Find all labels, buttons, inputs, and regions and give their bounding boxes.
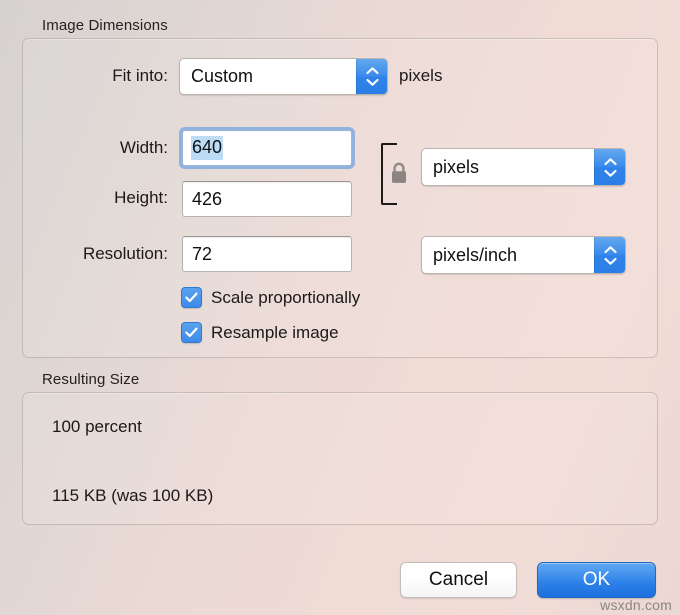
height-value: 426 — [192, 188, 223, 209]
width-value: 640 — [191, 136, 224, 160]
cancel-button[interactable]: Cancel — [400, 562, 517, 598]
resample-image-checkbox[interactable] — [181, 322, 202, 343]
resample-image-checkbox-row[interactable]: Resample image — [181, 322, 339, 343]
resolution-value: 72 — [192, 243, 213, 264]
scale-proportionally-checkbox-row[interactable]: Scale proportionally — [181, 287, 360, 308]
height-label: Height: — [114, 188, 168, 207]
height-input[interactable]: 426 — [182, 181, 352, 217]
resolution-label: Resolution: — [82, 244, 168, 263]
fit-into-select[interactable]: Custom — [179, 58, 388, 95]
image-resize-dialog: Image Dimensions Fit into: Custom pixels… — [0, 0, 680, 615]
resolution-unit-chevron-updown-icon[interactable] — [594, 237, 625, 273]
width-input[interactable]: 640 — [182, 130, 352, 166]
size-unit-select[interactable]: pixels — [421, 148, 626, 186]
fit-into-label: Fit into: — [112, 66, 168, 85]
resulting-file-size: 115 KB (was 100 KB) — [52, 486, 214, 505]
scale-proportionally-checkbox[interactable] — [181, 287, 202, 308]
resulting-percent: 100 percent — [52, 417, 142, 436]
fit-into-chevron-updown-icon[interactable] — [356, 59, 387, 94]
width-label: Width: — [119, 138, 168, 157]
size-unit-value: pixels — [433, 156, 480, 177]
fit-into-unit-label: pixels — [399, 66, 443, 85]
resolution-unit-select[interactable]: pixels/inch — [421, 236, 626, 274]
watermark: wsxdn.com — [600, 597, 672, 613]
resample-image-label: Resample image — [211, 322, 339, 342]
size-unit-chevron-updown-icon[interactable] — [594, 149, 625, 185]
lock-closed-icon[interactable] — [389, 160, 409, 191]
fit-into-value: Custom — [191, 66, 254, 86]
resulting-size-title: Resulting Size — [42, 371, 140, 388]
resolution-input[interactable]: 72 — [182, 236, 352, 272]
image-dimensions-title: Image Dimensions — [42, 17, 168, 34]
resolution-unit-value: pixels/inch — [433, 244, 518, 265]
scale-proportionally-label: Scale proportionally — [211, 287, 361, 307]
ok-button[interactable]: OK — [537, 562, 656, 598]
